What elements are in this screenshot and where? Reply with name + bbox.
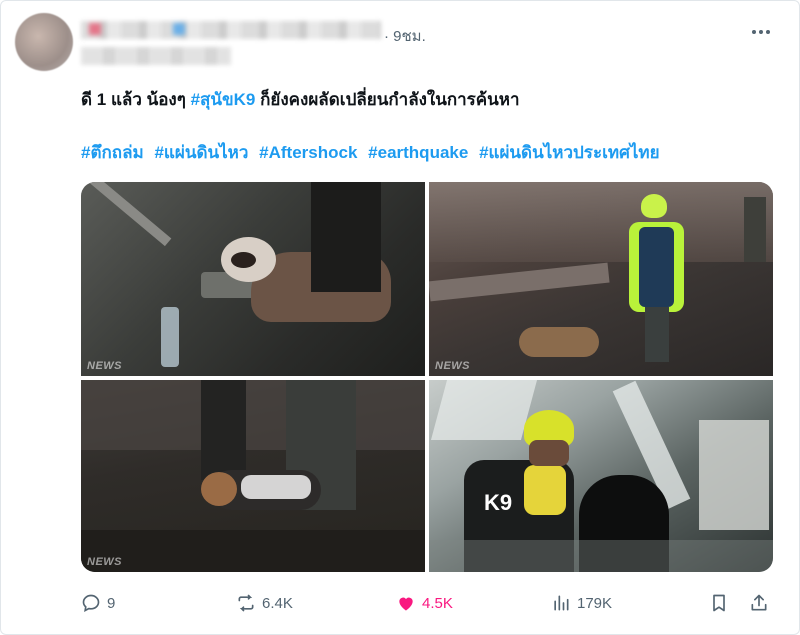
repost-icon	[238, 594, 254, 612]
post-text: ดี 1 แล้ว น้องๆ #สุนัขK9 ก็ยังคงผลัดเปลี…	[81, 89, 520, 111]
like-count: 4.5K	[422, 594, 453, 612]
reply-icon	[82, 594, 100, 613]
reply-count: 9	[107, 594, 116, 612]
like-button[interactable]: 4.5K	[396, 591, 453, 615]
views-count: 179K	[577, 594, 613, 612]
post-text-suffix: ก็ยังคงผลัดเปลี่ยนกำลังในการค้นหา	[255, 90, 520, 109]
post-time[interactable]: · 9ชม.	[384, 24, 426, 48]
post-text-prefix: ดี 1 แล้ว น้องๆ	[81, 90, 191, 109]
heart-icon	[399, 597, 413, 611]
more-options-icon[interactable]	[749, 25, 773, 39]
share-icon	[751, 594, 767, 611]
hashtag[interactable]: #earthquake	[368, 143, 468, 162]
bookmark-button[interactable]	[709, 591, 729, 615]
media-grid: NEWS NEWS NEWS K9	[81, 182, 773, 572]
photo-dog-rubble[interactable]: NEWS	[81, 182, 425, 376]
reply-button[interactable]: 9	[81, 591, 115, 615]
action-bar: 9 6.4K 4.5K 179K	[81, 591, 773, 615]
post-card: · 9ชม. ดี 1 แล้ว น้องๆ #สุนัขK9 ก็ยังคงผ…	[0, 0, 800, 635]
hashtag[interactable]: #แผ่นดินไหวประเทศไทย	[479, 143, 660, 162]
avatar[interactable]	[15, 13, 73, 71]
author-name-blurred[interactable]	[81, 21, 381, 39]
vest-label: K9	[484, 490, 513, 515]
hashtag-k9[interactable]: #สุนัขK9	[191, 90, 256, 109]
photo-rescuer-dog[interactable]: NEWS	[429, 182, 773, 376]
hashtag[interactable]: #แผ่นดินไหว	[154, 143, 248, 162]
hashtag[interactable]: #ตึกถล่ม	[81, 143, 144, 162]
bookmark-icon	[713, 594, 725, 612]
photo-beagle[interactable]: NEWS	[81, 380, 425, 572]
repost-button[interactable]: 6.4K	[236, 591, 293, 615]
photo-k9-rescuer[interactable]: K9	[429, 380, 773, 572]
news-watermark: NEWS	[435, 360, 470, 372]
hashtag-list: #ตึกถล่ม #แผ่นดินไหว #Aftershock #earthq…	[81, 142, 666, 164]
share-button[interactable]	[749, 591, 769, 615]
repost-count: 6.4K	[262, 594, 293, 612]
news-watermark: NEWS	[87, 556, 122, 568]
hashtag[interactable]: #Aftershock	[259, 143, 357, 162]
views-button[interactable]: 179K	[551, 591, 612, 615]
author-handle-blurred	[81, 47, 231, 65]
views-chart-icon	[554, 595, 569, 611]
news-watermark: NEWS	[87, 360, 122, 372]
